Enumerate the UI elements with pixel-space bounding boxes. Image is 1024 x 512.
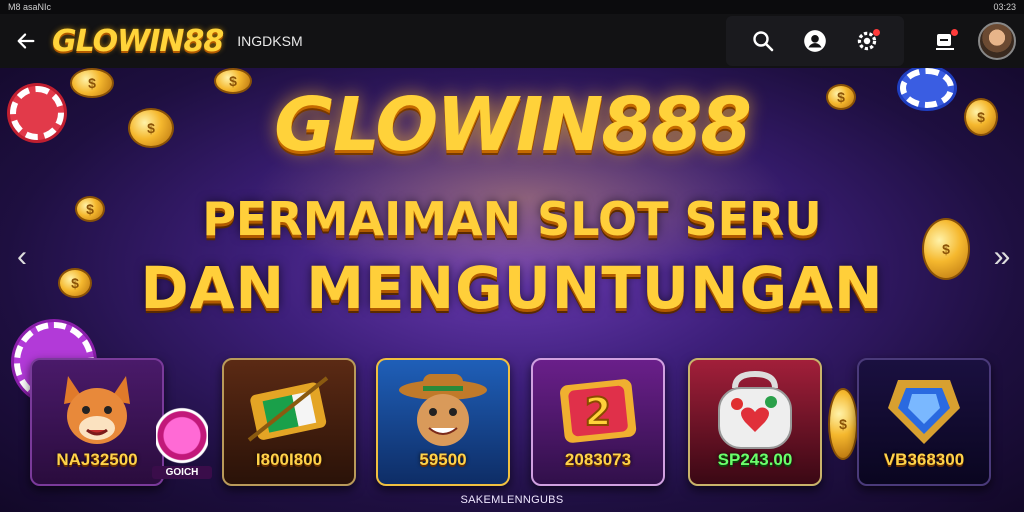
search-icon: [753, 31, 774, 52]
game-amount: NAJ32500: [56, 450, 138, 469]
app-subtitle: INGDKSM: [237, 33, 303, 49]
game-card-fox[interactable]: NAJ32500: [30, 358, 164, 486]
status-bar: M8 asaNIc 03:23: [0, 0, 1024, 14]
banner-line-2: DAN MENGUNTUNGAN: [140, 254, 884, 322]
svg-text:2: 2: [585, 390, 611, 434]
coin-badge-label: GOICH: [152, 466, 212, 479]
profile-button[interactable]: [800, 26, 830, 56]
app-logo[interactable]: GLOWIN88: [52, 24, 224, 59]
game-amount: SP243.00: [717, 450, 793, 469]
game-card-lucky-bag[interactable]: SP243.00: [688, 358, 822, 486]
banner-caption: SAKEMLENNGUBS: [460, 494, 564, 506]
game-amount: I800I800: [255, 450, 323, 469]
game-card-cowboy[interactable]: 59500: [376, 358, 510, 486]
notification-dot: [873, 29, 880, 36]
prev-slide-button[interactable]: ‹: [8, 240, 36, 274]
game-card-flag[interactable]: I800I800: [222, 358, 356, 486]
next-slide-button[interactable]: »: [988, 240, 1016, 274]
app-header: GLOWIN88 INGDKSM: [0, 14, 1024, 68]
back-button[interactable]: [0, 14, 52, 68]
hero-banner[interactable]: $ $ $ $ $ $ $ $ $ GLOWIN888 PERMAIMAN SL…: [0, 68, 1024, 512]
banner-line-1: PERMAIMAN SLOT SERU: [202, 192, 822, 246]
search-button[interactable]: [748, 26, 778, 56]
game-card-shield[interactable]: VB368300: [857, 358, 991, 486]
inbox-button[interactable]: [930, 26, 960, 56]
status-left-text: M8 asaNIc: [8, 2, 52, 12]
back-arrow-icon: [17, 33, 35, 49]
game-amount: 59500: [419, 450, 467, 469]
header-actions: [726, 16, 904, 66]
status-time: 03:23: [993, 2, 1016, 12]
user-icon: [804, 30, 826, 52]
settings-button[interactable]: [852, 26, 882, 56]
notification-dot: [951, 29, 958, 36]
status-bar-right: 03:23: [993, 2, 1016, 12]
game-amount: VB368300: [883, 450, 965, 469]
game-card-lucky-2[interactable]: 2 2083073: [531, 358, 665, 486]
banner-title: GLOWIN888: [274, 82, 752, 168]
status-bar-left: M8 asaNIc: [8, 2, 51, 12]
avatar[interactable]: [978, 22, 1016, 60]
coin-icon: $: [828, 388, 858, 460]
game-amount: 2083073: [564, 450, 632, 469]
